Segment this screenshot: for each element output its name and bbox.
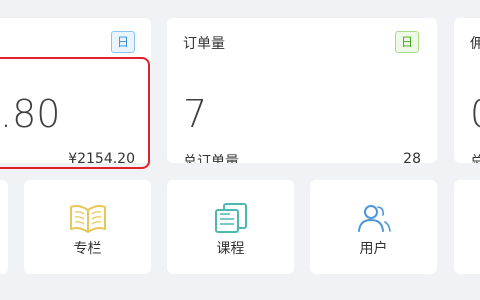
daily-badge: 日 [111, 31, 135, 53]
book-open-icon [69, 205, 106, 233]
orders-title: 订单量 [183, 36, 225, 52]
sales-today-value: .80 [0, 92, 61, 136]
users-icon [357, 205, 391, 232]
shortcut-user[interactable]: 用户 [310, 180, 437, 274]
sales-stat-card[interactable]: 日 .80 ¥2154.20 [0, 18, 151, 163]
commission-today-value: 0 [470, 92, 480, 136]
shortcut-label: 课程 [216, 241, 245, 257]
commission-total-label: 总 [470, 154, 480, 163]
dashboard-viewport: 日 .80 ¥2154.20 订单量 日 7 总订单量 28 佣 0 总 专栏 [0, 0, 480, 300]
orders-stat-card[interactable]: 订单量 日 7 总订单量 28 [167, 18, 437, 163]
shortcut-label: 用户 [359, 241, 388, 257]
daily-badge: 日 [395, 31, 419, 53]
shortcut-column[interactable]: 专栏 [24, 180, 151, 274]
shortcut-label: 专栏 [73, 241, 102, 257]
orders-today-value: 7 [183, 92, 208, 136]
commission-stat-card[interactable]: 佣 0 总 [454, 18, 480, 163]
copy-icon [214, 203, 247, 233]
shortcut-card-partial[interactable] [454, 180, 480, 274]
sales-total-value: ¥2154.20 [68, 151, 135, 163]
shortcut-course[interactable]: 课程 [167, 180, 294, 274]
orders-total-label: 总订单量 [183, 154, 239, 163]
orders-total-value: 28 [403, 151, 421, 163]
shortcut-card-partial[interactable] [0, 180, 8, 274]
commission-title: 佣 [470, 36, 480, 52]
